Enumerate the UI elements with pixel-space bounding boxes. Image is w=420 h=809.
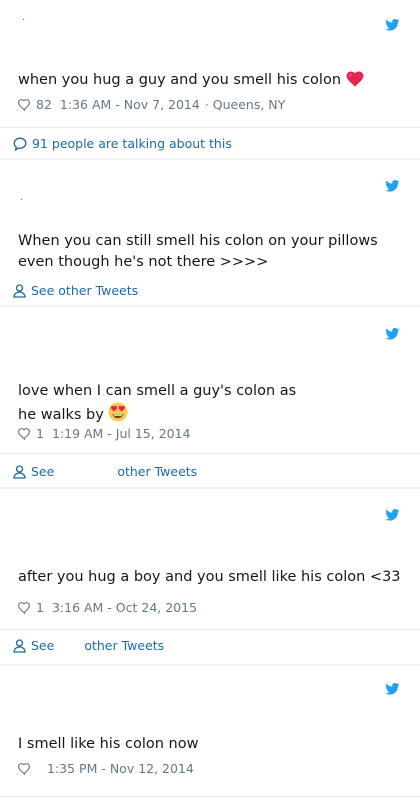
twitter-bird-icon[interactable] <box>385 509 400 521</box>
see-other-tweets-link[interactable]: See other Tweets <box>13 638 164 653</box>
tweet-card-1: . when you hug a guy and you smell his c… <box>0 0 420 158</box>
card-border <box>0 664 420 666</box>
dot-mark: . <box>20 192 24 203</box>
twitter-bird-icon[interactable] <box>385 19 400 31</box>
tweet-location[interactable]: · Queens, NY <box>205 97 285 112</box>
person-icon <box>13 638 26 653</box>
tweet-meta: 1:35 PM - Nov 12, 2014 <box>18 761 194 776</box>
divider <box>0 796 420 797</box>
tweet-card-3: love when I can smell a guy's colon as h… <box>0 315 420 485</box>
twitter-bird-icon[interactable] <box>385 683 400 695</box>
talking-about-link[interactable]: 91 people are talking about this <box>13 136 232 151</box>
tweet-text: after you hug a boy and you smell like h… <box>18 569 401 585</box>
see-other-tweets-link[interactable]: See other Tweets <box>13 464 197 479</box>
see-label[interactable]: See <box>31 464 54 479</box>
tweet-text-content: when you hug a guy and you smell his col… <box>18 72 342 88</box>
heart-outline-icon[interactable] <box>18 762 31 775</box>
divider <box>0 127 420 128</box>
tweet-text-line-2: he walks by <box>18 402 380 426</box>
dot-mark: . <box>22 12 26 23</box>
other-tweets-label[interactable]: other Tweets <box>84 638 164 653</box>
divider <box>0 453 420 454</box>
like-count[interactable]: 1 <box>36 426 44 441</box>
tweet-timestamp[interactable]: 3:16 AM - Oct 24, 2015 <box>52 600 197 615</box>
like-count[interactable]: 1 <box>36 600 44 615</box>
see-label[interactable]: See <box>31 638 54 653</box>
tweet-timestamp[interactable]: 1:19 AM - Jul 15, 2014 <box>52 426 191 441</box>
tweet-meta: 82 1:36 AM - Nov 7, 2014 · Queens, NY <box>18 97 285 112</box>
heart-eyes-emoji-icon <box>108 402 128 423</box>
see-other-tweets-label[interactable]: See other Tweets <box>31 283 138 298</box>
tweet-card-5: I smell like his colon now 1:35 PM - Nov… <box>0 670 420 809</box>
talking-about-label[interactable]: 91 people are talking about this <box>32 136 232 151</box>
tweet-meta: 1 3:16 AM - Oct 24, 2015 <box>18 600 197 615</box>
tweet-text: When you can still smell his colon on yo… <box>18 233 378 270</box>
person-icon <box>13 464 26 479</box>
twitter-bird-icon[interactable] <box>385 328 400 340</box>
tweet-text: when you hug a guy and you smell his col… <box>18 70 400 91</box>
speech-bubble-icon <box>13 137 27 151</box>
tweet-card-2: . When you can still smell his colon on … <box>0 170 420 300</box>
heart-emoji-icon <box>346 71 364 88</box>
other-tweets-label[interactable]: other Tweets <box>117 464 197 479</box>
card-border <box>0 305 420 307</box>
divider <box>0 629 420 630</box>
heart-outline-icon[interactable] <box>18 427 31 440</box>
tweet-text: love when I can smell a guy's colon as h… <box>18 381 380 426</box>
tweet-card-4: after you hug a boy and you smell like h… <box>0 495 420 660</box>
heart-outline-icon[interactable] <box>18 98 31 111</box>
heart-outline-icon[interactable] <box>18 601 31 614</box>
like-count[interactable]: 82 <box>36 97 52 112</box>
card-border <box>0 158 420 160</box>
tweet-timestamp[interactable]: 1:35 PM - Nov 12, 2014 <box>47 761 194 776</box>
card-border <box>0 487 420 489</box>
tweet-text-line-2-content: he walks by <box>18 407 104 423</box>
tweet-text-line-1: love when I can smell a guy's colon as <box>18 383 297 399</box>
tweet-meta: 1 1:19 AM - Jul 15, 2014 <box>18 426 191 441</box>
tweet-timestamp[interactable]: 1:36 AM - Nov 7, 2014 <box>60 97 200 112</box>
twitter-bird-icon[interactable] <box>385 180 400 192</box>
see-other-tweets-link[interactable]: See other Tweets <box>13 283 138 298</box>
tweet-text: I smell like his colon now <box>18 736 199 752</box>
person-icon <box>13 283 26 298</box>
